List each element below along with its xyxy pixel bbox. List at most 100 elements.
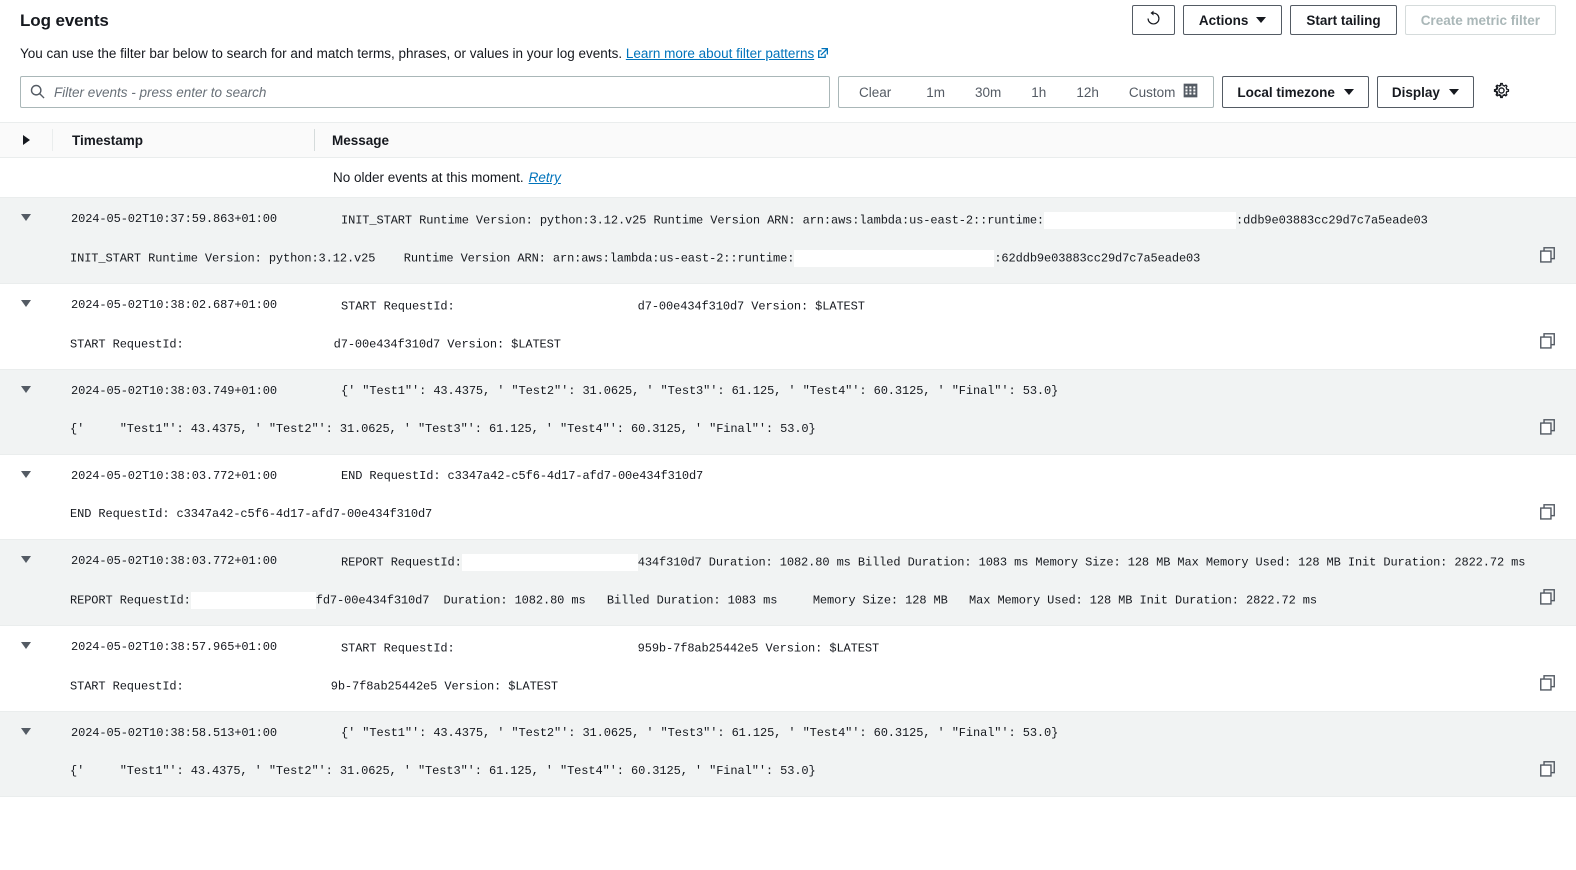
- create-metric-filter-button: Create metric filter: [1404, 5, 1556, 35]
- chevron-down-icon: [1448, 89, 1459, 95]
- range-1m-label: 1m: [926, 84, 946, 100]
- copy-button[interactable]: [1537, 501, 1558, 523]
- log-event-detail: START RequestId: 9b-7f8ab25442e5 Version…: [0, 666, 1576, 711]
- learn-more-link[interactable]: Learn more about filter patterns: [626, 46, 814, 61]
- range-30m-button[interactable]: 30m: [960, 77, 1016, 107]
- row-expand-toggle[interactable]: [0, 554, 52, 563]
- detail-text-end: fd7-00e434f310d7 Duration: 1082.80 ms Bi…: [315, 593, 1318, 608]
- log-event-timestamp: 2024-05-02T10:38:58.513+01:00: [71, 726, 277, 740]
- range-1h-label: 1h: [1031, 84, 1047, 100]
- chevron-down-icon: [21, 642, 31, 649]
- log-event-detail-text: {' "Test1"': 43.4375, ' "Test2"': 31.062…: [0, 764, 1576, 778]
- expand-all-toggle[interactable]: [0, 135, 52, 145]
- log-event-detail-text: {' "Test1"': 43.4375, ' "Test2"': 31.062…: [0, 422, 1576, 436]
- copy-button[interactable]: [1537, 330, 1558, 352]
- timezone-label: Local timezone: [1237, 84, 1335, 100]
- copy-icon: [1540, 761, 1555, 780]
- log-event-summary: 2024-05-02T10:37:59.863+01:00 INIT_START …: [0, 198, 1576, 238]
- table-header-row: Timestamp Message: [0, 122, 1576, 158]
- range-12h-button[interactable]: 12h: [1061, 77, 1114, 107]
- log-event-row: 2024-05-02T10:38:57.965+01:00 START Reque…: [0, 626, 1576, 712]
- copy-button[interactable]: [1537, 416, 1558, 438]
- row-expand-toggle[interactable]: [0, 726, 52, 735]
- log-event-detail-text: REPORT RequestId: fd7-00e434f310d7 Durati…: [0, 592, 1576, 609]
- message-text-end: :ddb9e03883cc29d7c7a5eade03: [1236, 213, 1428, 228]
- log-event-message: END RequestId: c3347a42-c5f6-4d17-afd7-0…: [314, 469, 1576, 483]
- page-description-text: You can use the filter bar below to sear…: [20, 46, 623, 61]
- detail-text-end: 9b-7f8ab25442e5 Version: $LATEST: [330, 679, 558, 694]
- redaction-block: [461, 554, 638, 571]
- log-event-message: {' "Test1"': 43.4375, ' "Test2"': 31.062…: [314, 726, 1576, 740]
- actions-button[interactable]: Actions: [1182, 5, 1283, 35]
- copy-icon: [1540, 247, 1555, 266]
- column-header-message[interactable]: Message: [314, 129, 1576, 151]
- log-event-timestamp: 2024-05-02T10:38:02.687+01:00: [71, 298, 277, 312]
- log-event-timestamp: 2024-05-02T10:37:59.863+01:00: [71, 212, 277, 226]
- log-event-row: 2024-05-02T10:38:03.749+01:00 {' "Test1"'…: [0, 370, 1576, 455]
- range-1h-button[interactable]: 1h: [1016, 77, 1061, 107]
- range-1m-button[interactable]: 1m: [911, 77, 960, 107]
- create-metric-filter-label: Create metric filter: [1420, 12, 1540, 28]
- message-text-start: {' "Test1"': 43.4375, ' "Test2"': 31.062…: [341, 384, 1059, 398]
- row-expand-toggle[interactable]: [0, 212, 52, 221]
- row-expand-toggle[interactable]: [0, 469, 52, 478]
- copy-icon: [1540, 419, 1555, 438]
- range-custom-button[interactable]: Custom: [1114, 77, 1214, 107]
- range-30m-label: 30m: [975, 84, 1002, 100]
- detail-text-end: :62ddb9e03883cc29d7c7a5eade03: [994, 251, 1201, 266]
- range-custom-label: Custom: [1128, 84, 1176, 100]
- chevron-down-icon: [21, 300, 31, 307]
- refresh-button[interactable]: [1131, 5, 1175, 35]
- no-older-events-row: No older events at this moment. Retry: [0, 158, 1576, 198]
- log-event-timestamp: 2024-05-02T10:38:03.772+01:00: [71, 469, 277, 483]
- log-event-detail-text: INIT_START Runtime Version: python:3.12.…: [0, 250, 1576, 267]
- start-tailing-button[interactable]: Start tailing: [1290, 5, 1397, 35]
- timezone-select[interactable]: Local timezone: [1222, 76, 1369, 108]
- row-expand-toggle[interactable]: [0, 298, 52, 307]
- redaction-block: [183, 336, 334, 353]
- log-event-row: 2024-05-02T10:38:58.513+01:00 {' "Test1"'…: [0, 712, 1576, 797]
- row-expand-toggle[interactable]: [0, 640, 52, 649]
- range-clear-button[interactable]: Clear: [839, 77, 911, 107]
- log-event-detail-text: END RequestId: c3347a42-c5f6-4d17-afd7-0…: [0, 507, 1576, 521]
- log-events-list: 2024-05-02T10:37:59.863+01:00 INIT_START …: [0, 198, 1576, 797]
- copy-button[interactable]: [1537, 758, 1558, 780]
- log-event-detail-text: START RequestId: d7-00e434f310d7 Version:…: [0, 336, 1576, 353]
- log-event-detail: END RequestId: c3347a42-c5f6-4d17-afd7-0…: [0, 495, 1576, 539]
- redaction-block: [190, 678, 331, 695]
- copy-button[interactable]: [1537, 672, 1558, 694]
- retry-link[interactable]: Retry: [529, 170, 561, 185]
- search-field-wrapper: [20, 76, 830, 108]
- message-text-end: 434f310d7 Duration: 1082.80 ms Billed Du…: [637, 555, 1526, 570]
- display-select[interactable]: Display: [1376, 76, 1474, 108]
- detail-text-start: END RequestId: c3347a42-c5f6-4d17-afd7-0…: [70, 507, 433, 521]
- chevron-down-icon: [1343, 89, 1354, 95]
- chevron-down-icon: [21, 728, 31, 735]
- detail-text-start: INIT_START Runtime Version: python:3.12.…: [70, 251, 795, 266]
- log-event-timestamp: 2024-05-02T10:38:03.749+01:00: [71, 384, 277, 398]
- log-event-detail: REPORT RequestId: fd7-00e434f310d7 Durati…: [0, 580, 1576, 625]
- copy-button[interactable]: [1537, 244, 1558, 266]
- copy-icon: [1540, 333, 1555, 352]
- detail-text-start: START RequestId:: [70, 679, 191, 694]
- range-clear-label: Clear: [859, 84, 892, 100]
- display-label: Display: [1391, 84, 1440, 100]
- log-event-message: START RequestId: 959b-7f8ab25442e5 Versio…: [314, 640, 1576, 657]
- chevron-right-icon: [22, 135, 30, 145]
- log-event-summary: 2024-05-02T10:38:03.749+01:00 {' "Test1"'…: [0, 370, 1576, 410]
- column-header-timestamp[interactable]: Timestamp: [52, 129, 314, 151]
- message-text-start: REPORT RequestId:: [341, 555, 462, 570]
- log-event-row: 2024-05-02T10:37:59.863+01:00 INIT_START …: [0, 198, 1576, 284]
- copy-button[interactable]: [1537, 586, 1558, 608]
- message-text-start: START RequestId:: [341, 641, 455, 656]
- log-event-detail-text: START RequestId: 9b-7f8ab25442e5 Version…: [0, 678, 1576, 695]
- search-input[interactable]: [20, 76, 830, 108]
- log-event-detail: INIT_START Runtime Version: python:3.12.…: [0, 238, 1576, 283]
- chevron-down-icon: [1256, 17, 1267, 23]
- log-event-summary: 2024-05-02T10:38:58.513+01:00 {' "Test1"'…: [0, 712, 1576, 752]
- chevron-down-icon: [21, 471, 31, 478]
- log-event-message: START RequestId: d7-00e434f310d7 Version:…: [314, 298, 1576, 315]
- page-header: Log events You can use the filter bar be…: [0, 0, 1576, 70]
- settings-button[interactable]: [1488, 77, 1515, 107]
- row-expand-toggle[interactable]: [0, 384, 52, 393]
